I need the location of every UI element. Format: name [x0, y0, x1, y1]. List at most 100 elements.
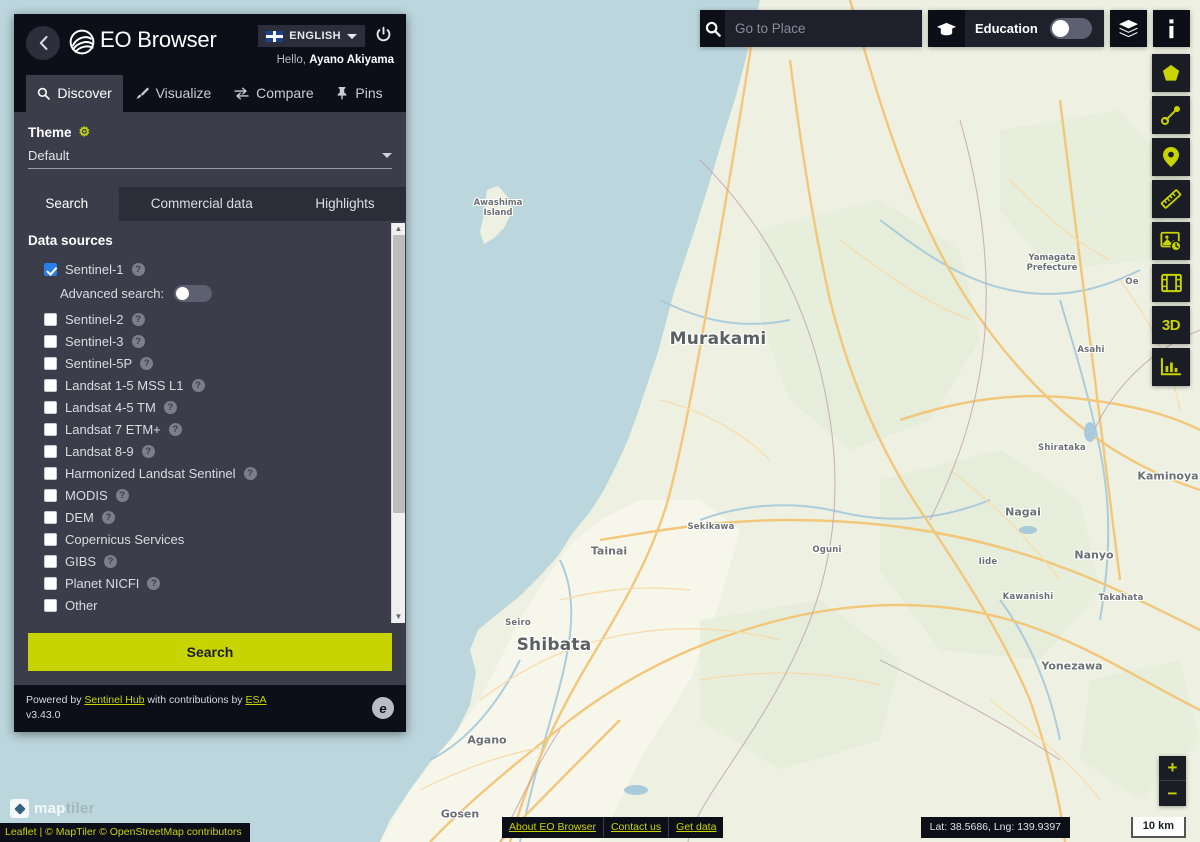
map-attribution: Leaflet | © MapTiler © OpenStreetMap con…: [0, 823, 250, 842]
ruler-icon: [1160, 189, 1182, 209]
main-tab-discover[interactable]: Discover: [26, 75, 124, 112]
help-icon[interactable]: ?: [131, 262, 145, 276]
draw-line-tool[interactable]: [1152, 96, 1190, 134]
scrollbar-thumb[interactable]: [393, 235, 405, 514]
three-d-tool[interactable]: 3D: [1152, 306, 1190, 344]
help-icon[interactable]: ?: [101, 510, 115, 524]
data-source-other[interactable]: Other: [28, 594, 392, 616]
esa-link[interactable]: ESA: [245, 694, 266, 706]
add-marker-tool[interactable]: [1152, 138, 1190, 176]
help-icon[interactable]: ?: [131, 312, 145, 326]
measure-tool[interactable]: [1152, 180, 1190, 218]
advanced-search-row: Advanced search:: [28, 280, 392, 308]
checkbox[interactable]: [44, 444, 57, 458]
main-tab-label: Pins: [355, 85, 383, 101]
data-source-rows: Sentinel-1? Advanced search: Sentinel-2? Se…: [28, 258, 392, 616]
checkbox[interactable]: [44, 400, 57, 414]
sentinel-hub-link[interactable]: Sentinel Hub: [84, 694, 144, 706]
sub-tab-commercial-data[interactable]: Commercial data: [119, 187, 284, 221]
maptiler-name-dark: tiler: [65, 800, 95, 817]
main-tab-pins[interactable]: Pins: [325, 75, 394, 112]
gear-icon[interactable]: ⚙: [79, 124, 91, 140]
data-source-landsat-7-etm-[interactable]: Landsat 7 ETM+?: [28, 418, 392, 440]
compare-icon: [234, 87, 249, 100]
data-sources-scrollbar[interactable]: ▲ ▼: [391, 223, 405, 623]
layers-button[interactable]: [1110, 10, 1147, 47]
bottom-link-about-eo-browser[interactable]: About EO Browser: [502, 817, 604, 838]
checkbox[interactable]: [44, 334, 57, 348]
bottom-link-contact-us[interactable]: Contact us: [603, 817, 670, 838]
zoom-out-button[interactable]: −: [1159, 781, 1186, 806]
scroll-up-arrow-icon[interactable]: ▲: [395, 223, 403, 235]
help-icon[interactable]: ?: [131, 334, 145, 348]
timelapse-tool[interactable]: [1152, 264, 1190, 302]
help-icon[interactable]: ?: [147, 576, 161, 590]
data-source-landsat-4-5-tm[interactable]: Landsat 4-5 TM?: [28, 396, 392, 418]
statistics-tool[interactable]: [1152, 348, 1190, 386]
help-icon[interactable]: ?: [104, 554, 118, 568]
advanced-search-toggle[interactable]: [174, 285, 213, 302]
checkbox[interactable]: [44, 576, 57, 590]
checkbox[interactable]: [44, 510, 57, 524]
data-source-landsat-1-5-mss-l1[interactable]: Landsat 1-5 MSS L1?: [28, 374, 392, 396]
checkbox[interactable]: [44, 356, 57, 370]
data-source-dem[interactable]: DEM?: [28, 506, 392, 528]
sub-tab-search[interactable]: Search: [14, 187, 120, 221]
timelapse-image-tool[interactable]: [1152, 222, 1190, 260]
go-to-place-input[interactable]: [725, 21, 922, 36]
help-icon[interactable]: ?: [163, 400, 177, 414]
draw-polygon-tool[interactable]: [1152, 54, 1190, 92]
help-icon[interactable]: ?: [168, 422, 182, 436]
data-source-planet-nicfi[interactable]: Planet NICFI?: [28, 572, 392, 594]
scroll-down-arrow-icon[interactable]: ▼: [395, 611, 403, 623]
help-icon[interactable]: ?: [140, 356, 154, 370]
help-icon[interactable]: ?: [141, 444, 155, 458]
greeting-text: Hello, Ayano Akiyama: [277, 54, 394, 66]
back-button[interactable]: [26, 26, 60, 60]
scrollbar-track[interactable]: [392, 235, 405, 611]
data-source-sentinel-3[interactable]: Sentinel-3?: [28, 330, 392, 352]
data-source-sentinel-5p[interactable]: Sentinel-5P?: [28, 352, 392, 374]
data-source-label: Planet NICFI: [65, 575, 140, 591]
logout-power-button[interactable]: [373, 24, 394, 48]
sub-tab-highlights[interactable]: Highlights: [284, 187, 406, 221]
bottom-link-get-data[interactable]: Get data: [669, 817, 724, 838]
help-icon[interactable]: ?: [243, 466, 257, 480]
line-segment-icon: [1161, 106, 1180, 125]
checkbox[interactable]: [44, 378, 57, 392]
search-button[interactable]: Search: [28, 633, 392, 671]
help-icon[interactable]: ?: [115, 488, 129, 502]
data-source-gibs[interactable]: GIBS?: [28, 550, 392, 572]
greeting-username: Ayano Akiyama: [309, 54, 394, 66]
checkbox[interactable]: [44, 554, 57, 568]
data-source-harmonized-landsat-sentinel[interactable]: Harmonized Landsat Sentinel?: [28, 462, 392, 484]
zoom-in-button[interactable]: +: [1159, 756, 1186, 781]
education-toggle[interactable]: [1049, 18, 1092, 39]
search-icon[interactable]: [700, 10, 725, 47]
data-source-modis[interactable]: MODIS?: [28, 484, 392, 506]
checkbox[interactable]: [44, 312, 57, 326]
checkbox[interactable]: [44, 422, 57, 436]
help-icon[interactable]: ?: [191, 378, 205, 392]
checkbox[interactable]: [44, 598, 57, 612]
layers-icon: [1119, 19, 1138, 38]
data-source-sentinel-2[interactable]: Sentinel-2?: [28, 308, 392, 330]
go-to-place-bar: [700, 10, 922, 47]
data-sources-container: Data sources Sentinel-1? Advanced search:…: [14, 221, 406, 625]
info-button[interactable]: [1153, 10, 1190, 47]
main-tab-compare[interactable]: Compare: [223, 75, 325, 112]
checkbox[interactable]: [44, 532, 57, 546]
data-source-label: Sentinel-5P: [65, 355, 133, 371]
main-tab-visualize[interactable]: Visualize: [123, 75, 223, 112]
data-source-landsat-8-9[interactable]: Landsat 8-9?: [28, 440, 392, 462]
checkbox[interactable]: [44, 262, 57, 276]
theme-dropdown[interactable]: Default: [28, 148, 392, 169]
maptiler-logo[interactable]: maptiler: [10, 799, 95, 818]
data-source-label: Copernicus Services: [65, 531, 185, 547]
checkbox[interactable]: [44, 466, 57, 480]
language-selector[interactable]: ENGLISH: [258, 25, 365, 47]
data-source-sentinel-1[interactable]: Sentinel-1?: [28, 258, 392, 280]
data-source-copernicus-services[interactable]: Copernicus Services: [28, 528, 392, 550]
map-pin-icon: [1163, 147, 1179, 167]
checkbox[interactable]: [44, 488, 57, 502]
